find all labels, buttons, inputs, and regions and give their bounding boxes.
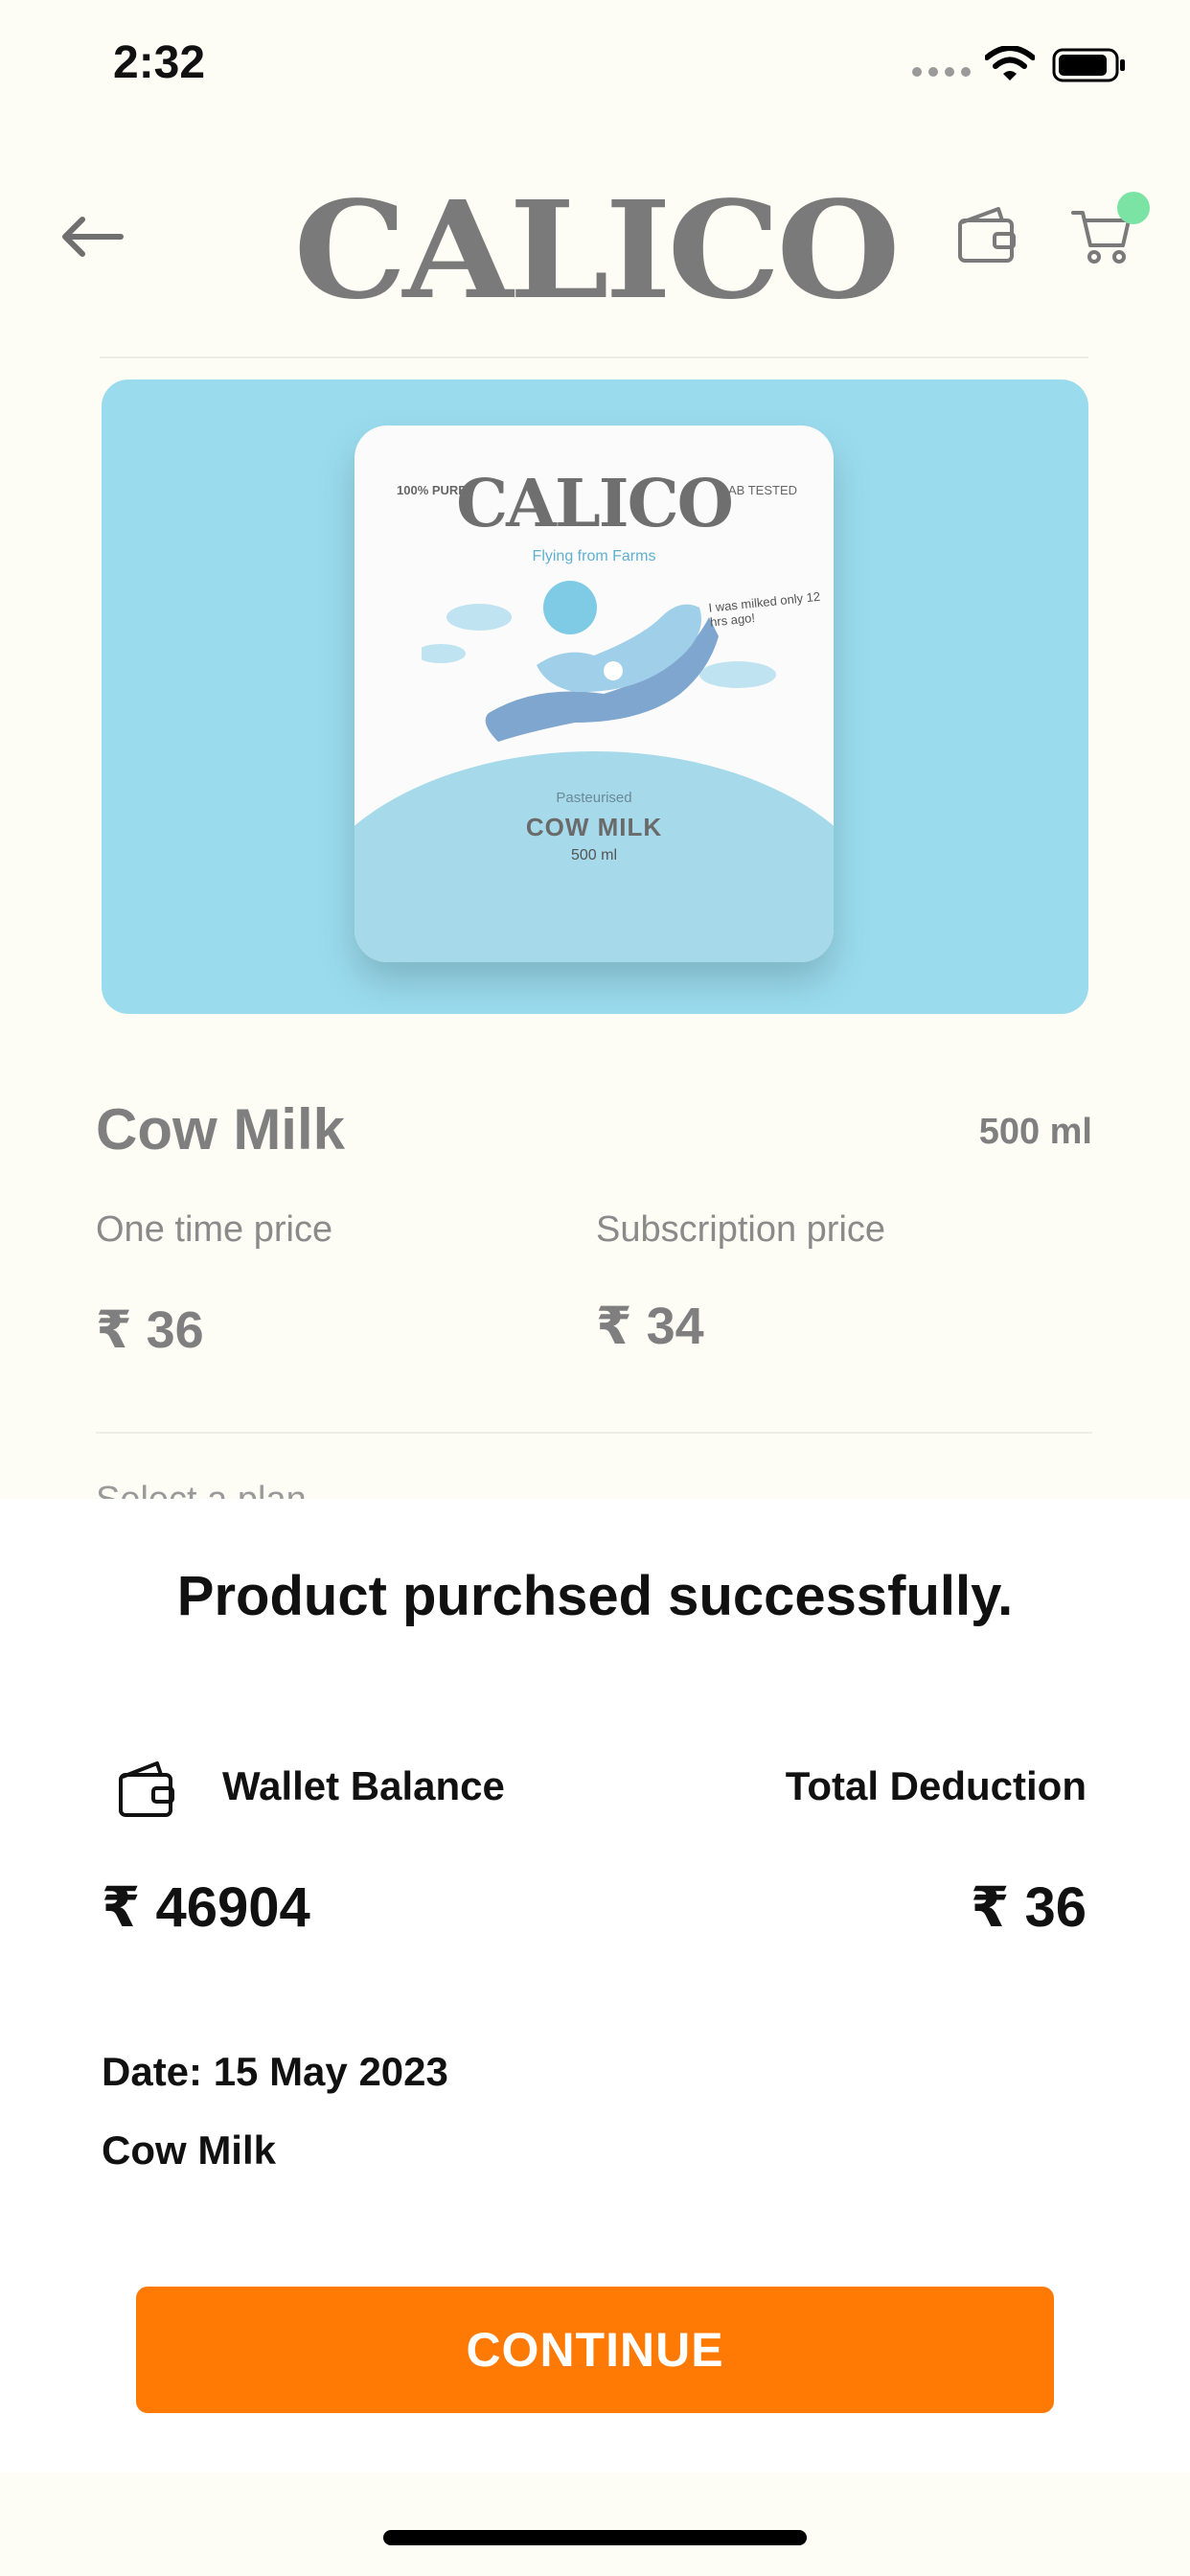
subscription-price: ₹ 34	[596, 1298, 704, 1355]
wallet-balance-label: Wallet Balance	[222, 1763, 505, 1808]
pouch-brand: CALICO	[456, 466, 734, 542]
status-bar: 2:32	[0, 0, 1190, 129]
pouch-type: Pasteurised	[556, 790, 632, 806]
subscription-price-label: Subscription price	[596, 1209, 886, 1250]
status-time: 2:32	[113, 37, 206, 88]
pouch-tagline: Flying from Farms	[532, 548, 656, 564]
purchase-success-sheet: Product purchsed successfully. Wallet Ba…	[0, 1499, 1190, 2472]
divider	[96, 1432, 1092, 1434]
battery-icon	[1052, 48, 1125, 82]
pouch-volume: 500 ml	[570, 847, 618, 863]
purchase-date: Date: 15 May 2023	[102, 2049, 448, 2094]
product-title: Cow Milk	[96, 1097, 346, 1162]
wallet-icon[interactable]	[956, 203, 1019, 266]
cart-badge	[1117, 192, 1150, 224]
home-indicator[interactable]	[383, 2530, 807, 2545]
divider	[100, 356, 1088, 358]
total-deduction-amount: ₹ 36	[971, 1876, 1087, 1939]
sheet-title: Product purchsed successfully.	[176, 1565, 1014, 1627]
milk-pouch-illustration: 100% PURE LAB TESTED CALICO Flying from …	[355, 426, 834, 962]
product-volume: 500 ml	[978, 1112, 1092, 1152]
purchased-item: Cow Milk	[102, 2128, 277, 2173]
total-deduction-label: Total Deduction	[785, 1763, 1087, 1808]
wallet-balance-amount: ₹ 46904	[102, 1876, 310, 1939]
signal-icon	[912, 67, 971, 77]
pouch-product-name: COW MILK	[525, 813, 663, 841]
product-image: 100% PURE LAB TESTED CALICO Flying from …	[102, 380, 1088, 1014]
continue-button[interactable]: CONTINUE	[136, 2287, 1054, 2413]
wifi-icon	[985, 46, 1035, 80]
app-header: CALICO	[0, 144, 1190, 355]
one-time-price: ₹ 36	[96, 1301, 204, 1359]
one-time-price-label: One time price	[96, 1209, 333, 1250]
wallet-icon	[119, 1761, 174, 1817]
